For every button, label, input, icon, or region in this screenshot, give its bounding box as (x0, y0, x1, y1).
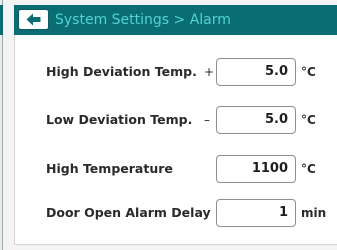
minus-sign: – (204, 113, 210, 127)
title-bar: System Settings > Alarm (14, 5, 337, 35)
plus-sign: + (204, 65, 215, 79)
arrow-left-icon (26, 13, 41, 26)
unit-label: °C (301, 162, 316, 176)
alarm-settings-screen: System Settings > Alarm High Deviation T… (0, 0, 337, 250)
low-deviation-temp-input[interactable]: 5.0 (216, 106, 296, 134)
page-title: System Settings > Alarm (55, 12, 231, 28)
setting-label: Door Open Alarm Delay (46, 205, 211, 220)
setting-label: Low Deviation Temp. (46, 112, 193, 127)
unit-label: °C (301, 65, 316, 79)
setting-label: High Temperature (46, 161, 173, 176)
left-panel-header-strip (0, 5, 3, 35)
high-temperature-input[interactable]: 1100 (216, 155, 296, 183)
unit-label: °C (301, 113, 316, 127)
settings-panel: High Deviation Temp. + 5.0 °C Low Deviat… (14, 35, 337, 245)
back-button[interactable] (19, 10, 48, 29)
setting-label: High Deviation Temp. (46, 64, 197, 79)
setting-row-high-temperature: High Temperature 1100 °C (15, 154, 337, 184)
door-open-alarm-delay-input[interactable]: 1 (216, 199, 296, 227)
left-panel-edge (0, 0, 3, 250)
setting-row-door-open-alarm-delay: Door Open Alarm Delay 1 min (15, 198, 337, 228)
setting-row-low-deviation-temp: Low Deviation Temp. – 5.0 °C (15, 105, 337, 135)
unit-label: min (301, 206, 327, 220)
setting-row-high-deviation-temp: High Deviation Temp. + 5.0 °C (15, 57, 337, 87)
high-deviation-temp-input[interactable]: 5.0 (216, 58, 296, 86)
